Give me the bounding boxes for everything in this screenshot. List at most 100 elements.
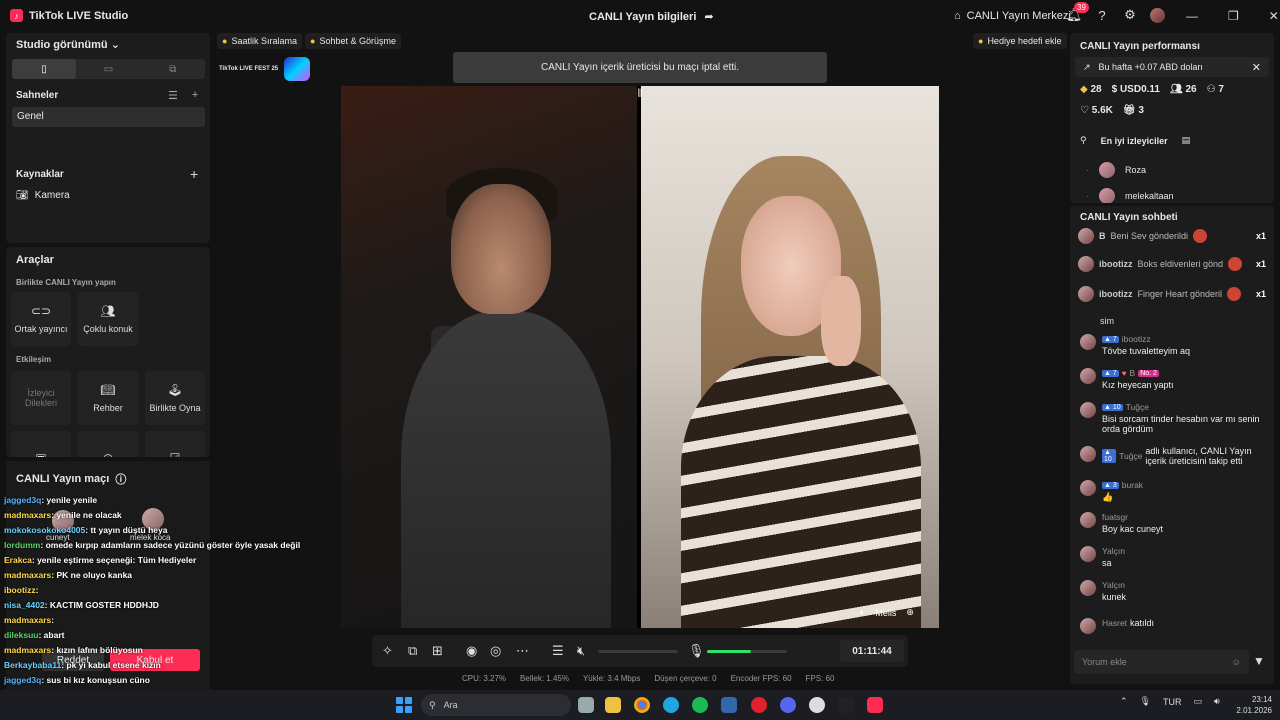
top-viewer-row[interactable]: · melekaltaan bbox=[1086, 188, 1174, 203]
gear-icon[interactable]: ⚙ bbox=[1122, 7, 1138, 23]
chat-username[interactable]: madmaxars bbox=[4, 645, 51, 655]
list-icon[interactable]: ▤ bbox=[1182, 135, 1191, 146]
app-icon[interactable] bbox=[809, 697, 825, 713]
record-icon[interactable]: ◉ bbox=[466, 643, 477, 659]
tiktok-live-studio-icon[interactable] bbox=[867, 697, 883, 713]
viewer-wishes-button[interactable]: İzleyici Dilekleri bbox=[11, 371, 71, 425]
volume-icon[interactable]: 🔊︎ bbox=[1214, 696, 1220, 707]
layout-icon[interactable]: ⊞ bbox=[432, 643, 443, 659]
gift-sender[interactable]: ibootizz bbox=[1099, 259, 1133, 269]
microphone-icon[interactable]: 🎙︎ bbox=[688, 643, 705, 659]
camera-effects-icon[interactable]: ◎ bbox=[490, 643, 501, 659]
close-icon[interactable]: ✕ bbox=[1252, 61, 1261, 74]
chrome-icon[interactable] bbox=[634, 697, 650, 713]
chat-username[interactable]: ibootizz bbox=[1122, 334, 1151, 344]
add-scene-icon[interactable]: + bbox=[192, 89, 198, 102]
add-source-icon[interactable]: + bbox=[190, 166, 198, 182]
chat-username[interactable]: Tuğçe bbox=[1126, 402, 1149, 412]
magic-wand-icon[interactable]: ✧ bbox=[382, 643, 393, 659]
chat-username[interactable]: Erakca bbox=[4, 555, 32, 565]
source-item-camera[interactable]: 📷︎ Kamera bbox=[16, 190, 70, 201]
help-icon[interactable]: ? bbox=[1094, 7, 1110, 23]
play-together-button[interactable]: 🕹︎ Birlikte Oyna bbox=[145, 371, 205, 425]
maximize-icon[interactable]: ❐ bbox=[1228, 9, 1239, 23]
chat-username[interactable]: jagged3q bbox=[4, 495, 41, 505]
live-fest-banner[interactable]: TikTok LIVE FEST 25 bbox=[219, 57, 311, 81]
gift-sender[interactable]: ibootizz bbox=[1099, 289, 1133, 299]
chat-username[interactable]: Yalçın bbox=[1102, 580, 1125, 590]
opera-icon[interactable] bbox=[751, 697, 767, 713]
chat-username[interactable]: nisa_4402 bbox=[4, 600, 45, 610]
list-icon[interactable]: ☰ bbox=[168, 89, 178, 102]
avatar[interactable] bbox=[1080, 402, 1096, 418]
microphone-icon[interactable]: 🎙︎ bbox=[1140, 696, 1151, 707]
profile-avatar[interactable] bbox=[1150, 7, 1165, 23]
chat-username[interactable]: madmaxars bbox=[4, 615, 51, 625]
start-menu-icon[interactable] bbox=[396, 697, 412, 713]
chat-username[interactable]: dileksuu bbox=[4, 630, 38, 640]
taskbar-search[interactable]: ⚲ Ara bbox=[421, 694, 571, 716]
tool-button-6[interactable]: ☑ bbox=[145, 431, 205, 457]
mute-icon[interactable]: 🔇︎ bbox=[577, 643, 585, 659]
comment-input[interactable]: Yorum ekle ☺ bbox=[1074, 650, 1249, 674]
chevron-up-icon[interactable]: ⌃ bbox=[1120, 696, 1128, 707]
hourly-ranking-chip[interactable]: ● Saatlik Sıralama bbox=[217, 33, 302, 49]
edge-icon[interactable] bbox=[663, 697, 679, 713]
chat-username[interactable]: madmaxars bbox=[4, 570, 51, 580]
send-icon[interactable]: ▼ bbox=[1253, 654, 1265, 668]
co-host-button[interactable]: ⊂⊃ Ortak yayıncı bbox=[11, 292, 71, 346]
discord-icon[interactable] bbox=[780, 697, 796, 713]
more-icon[interactable]: ⋯ bbox=[516, 643, 529, 659]
chat-username[interactable]: burak bbox=[1122, 480, 1143, 490]
studio-view-dropdown[interactable]: Studio görünümü ⌄ bbox=[16, 38, 120, 51]
portrait-view-button[interactable]: ▯ bbox=[12, 59, 77, 79]
chat-username[interactable]: Tuğçe bbox=[1119, 451, 1142, 461]
chat-username[interactable]: mokokosokoko4005 bbox=[4, 525, 85, 535]
top-viewer-row[interactable]: · Roza bbox=[1086, 162, 1146, 178]
gift-goal-chip[interactable]: ● Hediye hedefi ekle bbox=[973, 33, 1067, 49]
tool-button-4[interactable]: ▣ bbox=[11, 431, 71, 457]
add-icon[interactable]: ⊕ bbox=[906, 607, 914, 618]
chat-username[interactable]: fuatsgr bbox=[1102, 512, 1128, 522]
avatar[interactable] bbox=[1080, 512, 1096, 528]
emoji-icon[interactable]: ☺ bbox=[1232, 657, 1241, 667]
task-view-icon[interactable] bbox=[578, 697, 594, 713]
chat-username[interactable]: ibootizz bbox=[4, 585, 36, 595]
system-clock[interactable]: 23:14 2.01.2026 bbox=[1230, 694, 1272, 716]
landscape-view-button[interactable]: ▭ bbox=[76, 59, 140, 79]
chat-username[interactable]: Hasret bbox=[1102, 618, 1127, 628]
language-indicator[interactable]: TUR bbox=[1163, 697, 1182, 707]
volume-slider[interactable] bbox=[598, 650, 678, 653]
avatar[interactable] bbox=[1078, 286, 1094, 302]
chat-username[interactable]: Yalçın bbox=[1102, 546, 1125, 556]
multi-guest-button[interactable]: 👥︎ Çoklu konuk bbox=[78, 292, 138, 346]
chat-meet-chip[interactable]: ● Sohbet & Görüşme bbox=[305, 33, 401, 49]
avatar[interactable] bbox=[1080, 480, 1096, 496]
spotify-icon[interactable] bbox=[692, 697, 708, 713]
speaker-icon[interactable]: 🔈︎ bbox=[860, 607, 865, 618]
scene-item-general[interactable]: Genel bbox=[12, 107, 205, 127]
avatar[interactable] bbox=[1078, 256, 1094, 272]
close-icon[interactable]: ✕ bbox=[1269, 9, 1279, 23]
file-explorer-icon[interactable] bbox=[605, 697, 621, 713]
chat-username[interactable]: B bbox=[1130, 368, 1136, 378]
chat-username[interactable]: jagged3q bbox=[4, 675, 41, 685]
stream-info-button[interactable]: CANLI Yayın bilgileri ➦ bbox=[589, 10, 714, 24]
avatar[interactable] bbox=[1078, 228, 1094, 244]
chat-username[interactable]: Berkaybaba11 bbox=[4, 660, 61, 670]
live-center-button[interactable]: ⌂ CANLI Yayın Merkezi bbox=[954, 10, 1071, 22]
terminal-icon[interactable] bbox=[838, 697, 854, 713]
notification-bell-icon[interactable]: 🔔︎ 39 bbox=[1066, 2, 1089, 23]
steam-icon[interactable] bbox=[721, 697, 737, 713]
chat-username[interactable]: lordumm bbox=[4, 540, 40, 550]
avatar[interactable] bbox=[1080, 546, 1096, 562]
avatar[interactable] bbox=[1080, 334, 1096, 350]
help-icon[interactable]: ⓘ bbox=[115, 471, 126, 487]
avatar[interactable] bbox=[1080, 446, 1096, 462]
avatar[interactable] bbox=[1080, 368, 1096, 384]
minimize-icon[interactable]: — bbox=[1186, 9, 1198, 23]
best-viewers-tab[interactable]: ⚲ En iyi izleyiciler ▤ bbox=[1080, 135, 1190, 146]
mixer-icon[interactable]: ☰ bbox=[552, 643, 564, 659]
effects-icon[interactable]: ⧉ bbox=[408, 643, 417, 659]
mic-level-slider[interactable] bbox=[707, 650, 787, 653]
